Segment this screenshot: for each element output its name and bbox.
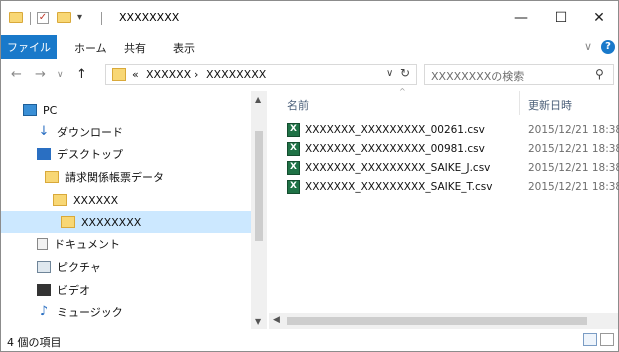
document-icon [37,238,48,250]
folder-icon [45,171,59,183]
csv-file-icon [287,180,300,194]
file-name: XXXXXXX_XXXXXXXXX_00261.csv [305,124,485,136]
properties-icon[interactable]: ✓ [37,12,49,24]
csv-file-icon [287,161,300,175]
music-icon: ♪ [39,304,49,319]
back-button[interactable]: ← [11,67,22,82]
video-icon [37,284,51,296]
item-count: 4 個の項目 [7,336,62,349]
ribbon: ファイル ホーム 共有 表示 ∨ ? [1,35,618,60]
desktop-icon [37,148,51,160]
csv-file-icon [287,142,300,156]
nav-item-label: デスクトップ [57,148,123,161]
folder-icon [9,12,23,23]
separator [30,12,31,25]
details-view-icon[interactable] [583,333,597,346]
tab-home[interactable]: ホーム [74,40,107,56]
address-row: ← → ∨ ↑ « XXXXXX › XXXXXXXX ∨ ↻ XXXXXXXX… [1,59,618,91]
file-name: XXXXXXX_XXXXXXXXX_SAIKE_T.csv [305,181,493,193]
nav-item-music[interactable]: ♪ ミュージック [37,301,123,323]
close-button[interactable]: ✕ [579,1,619,35]
nav-item-pictures[interactable]: ピクチャ [37,256,101,278]
status-bar: 4 個の項目 [1,329,618,351]
scroll-left-icon[interactable]: ◀ [273,315,280,325]
scrollbar-thumb[interactable] [287,317,587,325]
nav-item-label: PC [43,103,58,117]
file-date: 2015/12/21 18:38 [528,124,619,136]
scroll-up-icon[interactable]: ▲ [255,95,261,104]
search-input[interactable]: XXXXXXXXの検索 ⚲ [424,64,614,85]
file-name: XXXXXXX_XXXXXXXXX_00981.csv [305,143,485,155]
nav-item-label: 請求関係帳票データ [65,171,164,184]
tab-file[interactable]: ファイル [1,35,57,59]
separator [101,12,102,25]
column-header-date[interactable]: 更新日時 [528,97,572,113]
nav-item-label: ドキュメント [54,238,120,251]
picture-icon [37,261,51,273]
forward-button[interactable]: → [35,67,46,82]
folder-icon [53,194,67,206]
explorer-window: ✓ ▾ XXXXXXXX — ☐ ✕ ファイル ホーム 共有 表示 ∨ ? ← … [0,0,619,352]
nav-item-downloads[interactable]: ↓ ダウンロード [37,121,123,143]
minimize-button[interactable]: — [501,1,541,35]
nav-item-pc[interactable]: PC [23,99,57,121]
nav-item-videos[interactable]: ビデオ [37,279,90,301]
file-date: 2015/12/21 18:38 [528,181,619,193]
scroll-down-icon[interactable]: ▼ [255,317,261,326]
download-icon: ↓ [38,124,50,139]
refresh-icon[interactable]: ↻ [400,66,410,80]
file-row[interactable]: XXXXXXX_XXXXXXXXX_00981.csv 2015/12/21 1… [269,141,619,159]
breadcrumb-separator: › [194,68,199,81]
help-icon[interactable]: ? [601,40,615,54]
nav-item-label: XXXXXXXX [81,215,142,229]
nav-item-billing-data[interactable]: 請求関係帳票データ [45,166,164,188]
nav-item-label: ダウンロード [57,126,123,139]
address-bar[interactable]: « XXXXXX › XXXXXXXX ∨ ↻ [105,64,417,85]
column-divider[interactable] [519,91,520,115]
customize-quick-access-icon[interactable]: ▾ [77,12,82,26]
maximize-button[interactable]: ☐ [541,1,581,35]
new-folder-icon[interactable] [57,12,71,23]
breadcrumb-xxxxxxxx[interactable]: XXXXXXXX [206,68,266,81]
nav-item-xxxxxx[interactable]: XXXXXX [53,189,118,211]
nav-item-documents[interactable]: ドキュメント [37,233,120,255]
tab-share[interactable]: 共有 [124,40,146,56]
pc-icon [23,104,37,116]
folder-icon [112,68,126,81]
search-placeholder: XXXXXXXXの検索 [431,70,525,83]
expand-ribbon-icon[interactable]: ∨ [584,40,592,53]
file-row[interactable]: XXXXXXX_XXXXXXXXX_SAIKE_J.csv 2015/12/21… [269,160,619,178]
nav-scrollbar[interactable]: ▲ ▼ [251,91,267,329]
address-dropdown-icon[interactable]: ∨ [386,68,393,79]
tab-view[interactable]: 表示 [173,40,195,56]
nav-item-label: ビデオ [57,284,90,297]
up-button[interactable]: ↑ [76,67,87,82]
column-header-name[interactable]: 名前 [287,97,309,113]
sort-indicator-icon: ^ [399,87,406,96]
folder-icon [61,216,75,228]
nav-item-label: ピクチャ [57,261,101,274]
file-row[interactable]: XXXXXXX_XXXXXXXXX_00261.csv 2015/12/21 1… [269,122,619,140]
nav-item-label: ミュージック [57,306,123,319]
file-row[interactable]: XXXXXXX_XXXXXXXXX_SAIKE_T.csv 2015/12/21… [269,179,619,197]
large-icons-view-icon[interactable] [600,333,614,346]
nav-item-desktop[interactable]: デスクトップ [37,143,123,165]
window-title: XXXXXXXX [119,11,180,24]
recent-locations-icon[interactable]: ∨ [57,70,64,80]
nav-item-label: XXXXXX [73,193,119,207]
title-bar: ✓ ▾ XXXXXXXX — ☐ ✕ [1,1,618,35]
file-name: XXXXXXX_XXXXXXXXX_SAIKE_J.csv [305,162,491,174]
navigation-pane: PC ↓ ダウンロード デスクトップ 請求関係帳票データ XXXXXX XXXX… [1,91,267,329]
breadcrumb-overflow[interactable]: « [132,68,139,81]
csv-file-icon [287,123,300,137]
file-list: ^ 名前 更新日時 XXXXXXX_XXXXXXXXX_00261.csv 20… [269,87,619,313]
file-date: 2015/12/21 18:38 [528,143,619,155]
search-icon[interactable]: ⚲ [595,67,604,81]
breadcrumb-xxxxxx[interactable]: XXXXXX [146,68,191,81]
scrollbar-thumb[interactable] [255,131,263,241]
file-list-scrollbar[interactable]: ◀ [269,313,618,329]
nav-item-xxxxxxxx[interactable]: XXXXXXXX [1,211,251,233]
file-date: 2015/12/21 18:38 [528,162,619,174]
